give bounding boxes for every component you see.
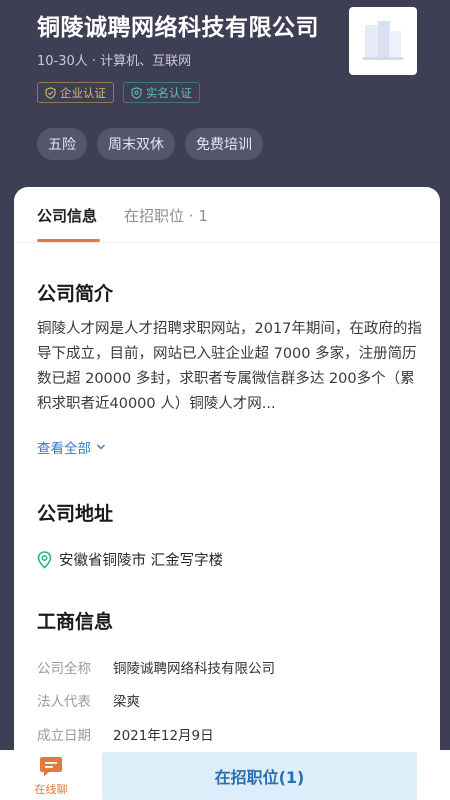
- address-section-title: 公司地址: [37, 503, 114, 525]
- id-card-icon: [131, 86, 142, 99]
- shield-icon: [45, 86, 56, 99]
- company-logo[interactable]: [349, 7, 417, 75]
- business-section-title: 工商信息: [37, 611, 114, 633]
- online-chat-label: 在线聊: [34, 783, 68, 796]
- benefit-tag: 免费培训: [185, 128, 263, 160]
- info-label: 公司全称: [37, 661, 91, 677]
- intro-section-title: 公司简介: [37, 283, 114, 305]
- online-chat-button[interactable]: 在线聊: [28, 756, 74, 797]
- realname-cert-label: 实名认证: [146, 85, 192, 100]
- business-info-row: 公司全称 铜陵诚聘网络科技有限公司: [37, 657, 275, 677]
- business-info-row: 法人代表 梁爽: [37, 690, 140, 710]
- benefit-tag: 周末双休: [97, 128, 175, 160]
- company-address[interactable]: 安徽省铜陵市 汇金写字楼: [37, 549, 223, 570]
- tab-company-info-label: 公司信息: [37, 207, 98, 225]
- enterprise-cert-label: 企业认证: [60, 85, 106, 100]
- info-value: 梁爽: [113, 694, 140, 710]
- business-info-row: 成立日期 2021年12月9日: [37, 724, 214, 744]
- building-logo-icon: [363, 21, 403, 60]
- view-all-link[interactable]: 查看全部: [37, 437, 106, 457]
- enterprise-cert-badge: 企业认证: [37, 82, 114, 103]
- tab-jobs[interactable]: 在招职位 · 1: [124, 205, 208, 242]
- company-name: 铜陵诚聘网络科技有限公司: [37, 15, 319, 41]
- view-all-label: 查看全部: [37, 441, 91, 457]
- info-value: 2021年12月9日: [113, 728, 214, 744]
- open-jobs-button[interactable]: 在招职位(1): [102, 752, 417, 800]
- divider: [14, 242, 440, 243]
- realname-cert-badge: 实名认证: [123, 82, 200, 103]
- tab-jobs-label: 在招职位 · 1: [124, 207, 208, 225]
- intro-text: 铜陵人才网是人才招聘求职网站，2017年期间，在政府的指导下成立，目前，网站已入…: [37, 321, 422, 412]
- chat-bubble-icon: [40, 757, 62, 777]
- tab-company-info[interactable]: 公司信息: [37, 205, 100, 242]
- certification-badges: 企业认证 实名认证: [37, 82, 200, 103]
- location-pin-icon: [37, 550, 52, 569]
- bottom-action-bar: 在线聊 在招职位(1): [0, 750, 450, 800]
- address-text: 安徽省铜陵市 汇金写字楼: [59, 553, 224, 569]
- benefit-tags: 五险 周末双休 免费培训: [37, 128, 263, 160]
- company-header: 铜陵诚聘网络科技有限公司 10-30人 · 计算机、互联网 企业认证 实名认证 …: [0, 0, 450, 200]
- info-label: 成立日期: [37, 728, 91, 744]
- tab-bar: 公司信息 在招职位 · 1: [37, 205, 208, 242]
- company-meta: 10-30人 · 计算机、互联网: [37, 54, 192, 69]
- chevron-down-icon: [97, 444, 105, 450]
- info-label: 法人代表: [37, 694, 91, 710]
- info-value: 铜陵诚聘网络科技有限公司: [113, 661, 275, 677]
- company-detail-card: 公司信息 在招职位 · 1 公司简介 铜陵人才网是人才招聘求职网站，2017年期…: [14, 187, 440, 800]
- benefit-tag: 五险: [37, 128, 87, 160]
